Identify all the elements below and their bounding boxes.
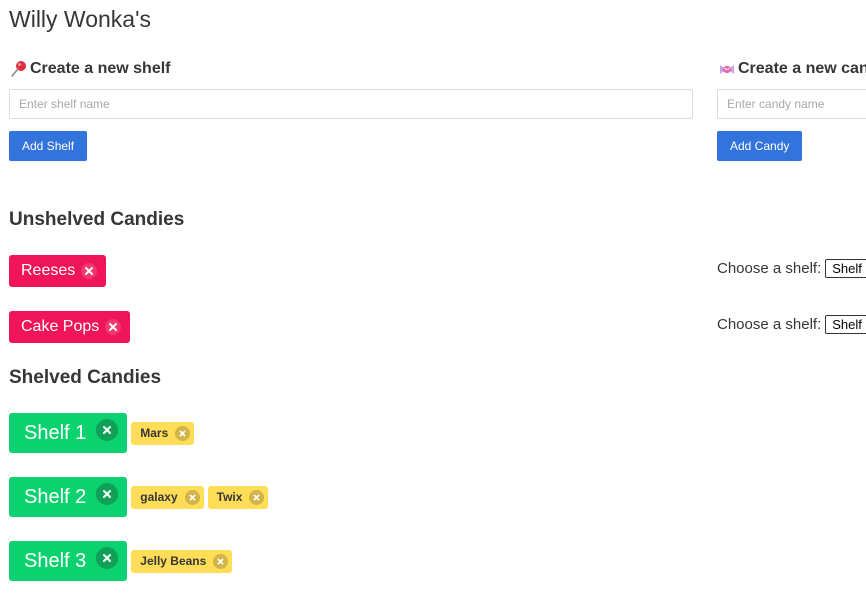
shelved-candy-tag: Jelly Beans bbox=[131, 549, 233, 573]
shelf-tag: Shelf 2 bbox=[9, 477, 128, 517]
remove-candy-icon[interactable] bbox=[213, 553, 229, 569]
candy-name: Reeses bbox=[21, 262, 76, 279]
add-candy-button[interactable]: Add Candy bbox=[717, 131, 803, 161]
delete-candy-icon[interactable] bbox=[81, 263, 98, 279]
shelf-name: Shelf 2 bbox=[24, 485, 87, 508]
add-shelf-button[interactable]: Add Shelf bbox=[9, 131, 88, 161]
shelf-select[interactable]: Shelf bbox=[825, 315, 866, 334]
shelf-chooser: Choose a shelf: Shelf bbox=[717, 315, 866, 334]
candy-icon bbox=[717, 59, 737, 79]
shelved-candy-tag: Mars bbox=[131, 421, 195, 445]
delete-shelf-icon[interactable] bbox=[96, 547, 119, 569]
shelf-select[interactable]: Shelf bbox=[825, 259, 866, 278]
remove-candy-icon[interactable] bbox=[175, 425, 191, 441]
shelf-row: Shelf 2 galaxy Twix bbox=[9, 477, 269, 517]
choose-shelf-label: Choose a shelf: bbox=[717, 260, 822, 277]
remove-candy-icon[interactable] bbox=[249, 489, 265, 505]
choose-shelf-label: Choose a shelf: bbox=[717, 316, 822, 333]
shelf-chooser: Choose a shelf: Shelf bbox=[717, 259, 866, 278]
unshelved-section-title: Unshelved Candies bbox=[9, 209, 185, 230]
shelf-name-input[interactable] bbox=[9, 89, 693, 119]
candy-name: Mars bbox=[140, 426, 169, 440]
candy-name: Jelly Beans bbox=[140, 554, 207, 568]
delete-candy-icon[interactable] bbox=[105, 319, 122, 335]
unshelved-candy-tag: Cake Pops bbox=[9, 311, 131, 343]
page-title: Willy Wonka's bbox=[9, 6, 151, 32]
candy-name-input[interactable] bbox=[717, 89, 866, 119]
candy-name: Twix bbox=[216, 490, 243, 504]
app-root: Willy Wonka's Create a new shelf Add She… bbox=[0, 0, 866, 615]
shelf-tag: Shelf 3 bbox=[9, 541, 128, 581]
shelf-row: Shelf 1 Mars bbox=[9, 413, 195, 453]
candy-name: galaxy bbox=[140, 490, 178, 504]
delete-shelf-icon[interactable] bbox=[96, 483, 119, 505]
candy-form-heading: Create a new candy bbox=[717, 59, 866, 79]
candy-name: Cake Pops bbox=[21, 318, 100, 335]
pushpin-icon bbox=[9, 59, 29, 79]
unshelved-candy-tag: Reeses bbox=[9, 255, 107, 287]
shelved-section-title: Shelved Candies bbox=[9, 367, 162, 388]
shelved-candy-tag: galaxy bbox=[131, 485, 204, 509]
shelf-row: Shelf 3 Jelly Beans bbox=[9, 541, 233, 581]
delete-shelf-icon[interactable] bbox=[96, 419, 119, 441]
candy-form-heading-text: Create a new candy bbox=[738, 60, 866, 77]
shelf-tag: Shelf 1 bbox=[9, 413, 128, 453]
shelf-name: Shelf 3 bbox=[24, 549, 87, 572]
shelf-name: Shelf 1 bbox=[24, 421, 87, 444]
shelved-candy-tag: Twix bbox=[207, 485, 269, 509]
remove-candy-icon[interactable] bbox=[184, 489, 200, 505]
shelf-form-heading-text: Create a new shelf bbox=[30, 60, 171, 77]
shelf-form-heading: Create a new shelf bbox=[9, 59, 171, 79]
